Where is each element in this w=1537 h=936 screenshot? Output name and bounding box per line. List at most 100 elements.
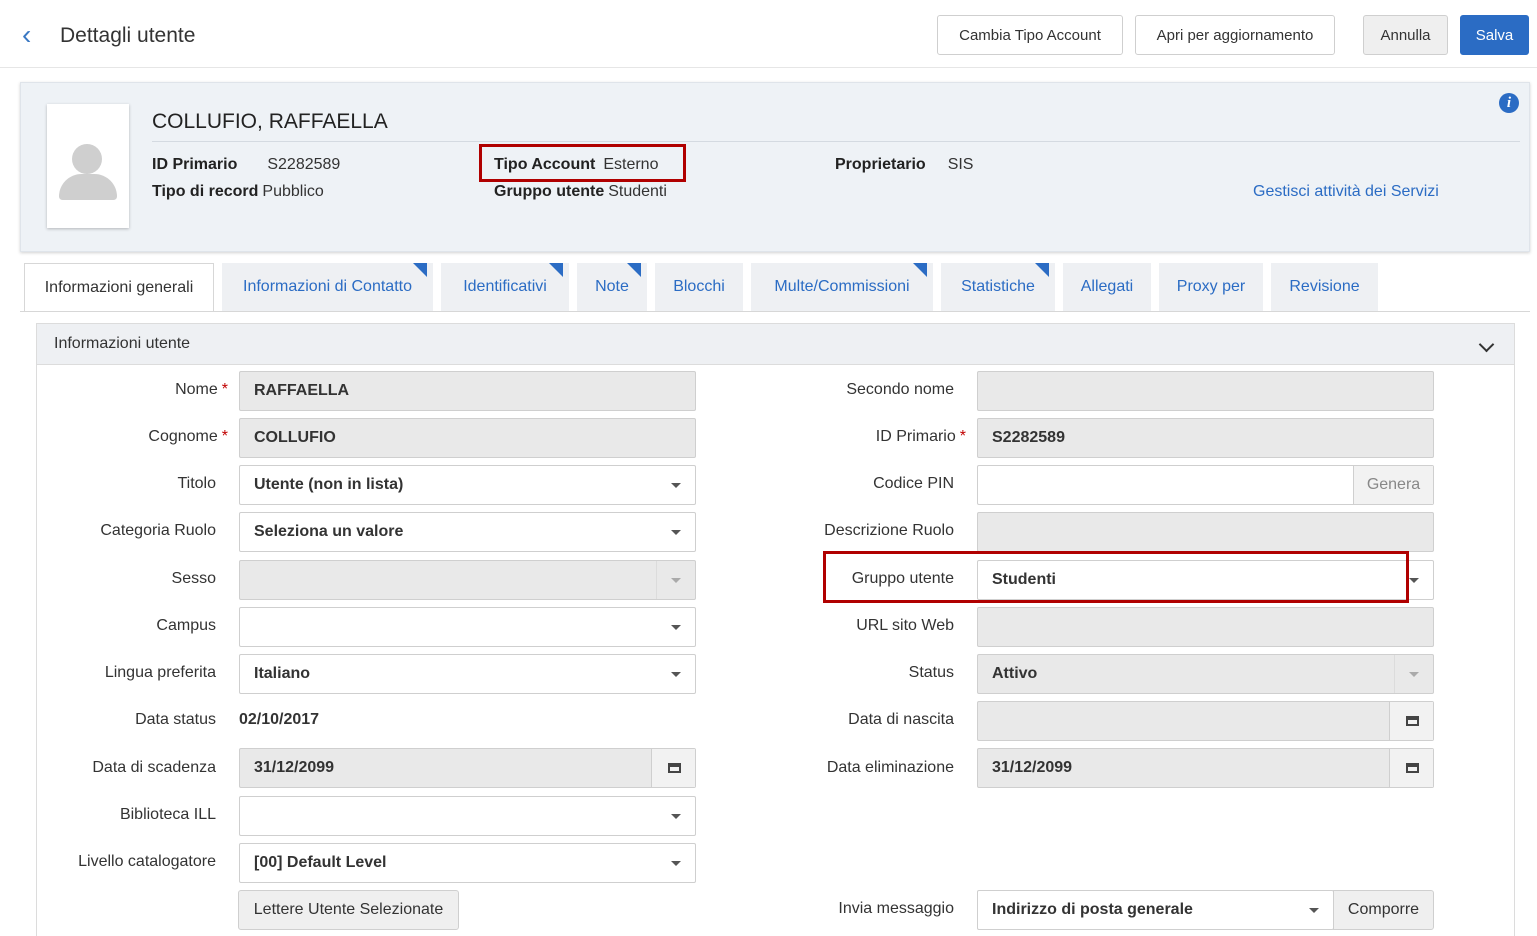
birth-date-field[interactable] [977,701,1434,741]
select-separator [1394,655,1395,693]
tab-corner-icon [627,263,641,277]
tab-identifiers[interactable]: Identificativi [441,263,569,311]
title-label: Titolo [177,475,216,492]
user-group-value: Studenti [608,183,667,200]
account-type-label: Tipo Account [494,156,596,173]
required-marker: * [221,381,228,398]
avatar-head [72,144,102,174]
preferred-language-select[interactable]: Italiano [239,654,696,694]
purge-date-field[interactable]: 31/12/2099 [977,748,1434,788]
website-url-label: URL sito Web [856,617,954,634]
middle-name-field[interactable] [977,371,1434,411]
section-title: Informazioni utente [54,335,191,352]
calendar-glyph [668,763,681,773]
last-name-value: COLLUFIO [254,429,336,446]
tab-label: Proxy per [1176,278,1246,295]
title-select[interactable]: Utente (non in lista) [239,465,696,505]
tab-label: Informazioni di Contatto [243,278,412,295]
tab-corner-icon [413,263,427,277]
change-account-type-button[interactable]: Cambia Tipo Account [937,15,1123,55]
birth-date-label: Data di nascita [848,711,954,728]
last-name-field[interactable]: COLLUFIO [239,418,696,458]
status-value: Attivo [992,665,1038,682]
tab-proxy-for[interactable]: Proxy per [1159,263,1263,311]
chevron-down-icon[interactable] [1478,336,1495,353]
page-title: Dettagli utente [60,24,196,47]
tab-contact-info[interactable]: Informazioni di Contatto [222,263,433,311]
first-name-field[interactable]: RAFFAELLA [239,371,696,411]
tab-notes[interactable]: Note [577,263,647,311]
save-button[interactable]: Salva [1460,15,1529,55]
open-for-update-button[interactable]: Apri per aggiornamento [1135,15,1335,55]
campus-select[interactable] [239,607,696,647]
send-message-select[interactable]: Indirizzo di posta generale [977,890,1334,930]
user-group-value: Studenti [992,571,1056,588]
calendar-icon[interactable] [1389,702,1433,740]
gender-select[interactable] [239,560,696,600]
owner-label: Proprietario [835,156,926,173]
user-summary-card: COLLUFIO, RAFFAELLA ID Primario S2282589 … [20,82,1530,252]
tab-label: Blocchi [673,278,725,295]
tab-statistics[interactable]: Statistiche [941,263,1055,311]
cataloger-level-select[interactable]: [00] Default Level [239,843,696,883]
tab-attachments[interactable]: Allegati [1063,263,1151,311]
first-name-value: RAFFAELLA [254,382,350,399]
required-marker: * [221,428,228,445]
tab-history[interactable]: Revisione [1271,263,1378,311]
role-category-select[interactable]: Seleziona un valore [239,512,696,552]
ill-library-select[interactable] [239,796,696,836]
caret-down-icon [1309,908,1319,913]
caret-down-icon [1409,672,1419,677]
chevron-left-icon[interactable]: ‹ [22,20,46,50]
primary-id-field[interactable]: S2282589 [977,418,1434,458]
tab-label: Note [595,278,629,295]
caret-down-icon [1409,578,1419,583]
caret-down-icon [671,625,681,630]
expiry-date-label: Data di scadenza [92,759,216,776]
pin-code-label: Codice PIN [873,475,954,492]
preferred-language-label: Lingua preferita [104,664,216,681]
calendar-glyph [1406,716,1419,726]
tab-label: Allegati [1080,278,1134,295]
user-group-label: Gruppo utente [851,570,954,587]
last-name-label: Cognome * [148,428,228,446]
generate-pin-button[interactable]: Genera [1353,466,1433,504]
tab-blocks[interactable]: Blocchi [655,263,743,311]
tab-label: Multe/Commissioni [774,278,910,295]
cataloger-level-value: [00] Default Level [254,854,387,871]
user-group-select[interactable]: Studenti [977,560,1434,600]
tab-corner-icon [549,263,563,277]
expiry-date-field[interactable]: 31/12/2099 [239,748,696,788]
first-name-label: Nome * [175,381,228,399]
purge-date-value: 31/12/2099 [992,759,1073,776]
cancel-button[interactable]: Annulla [1363,15,1448,55]
website-url-field[interactable] [977,607,1434,647]
caret-down-icon [671,672,681,677]
manage-services-link[interactable]: Gestisci attività dei Servizi [1253,183,1439,201]
preferred-language-value: Italiano [254,665,311,682]
tab-general-info[interactable]: Informazioni generali [24,263,214,312]
tab-fines-fees[interactable]: Multe/Commissioni [751,263,933,311]
tab-label: Revisione [1289,278,1360,295]
role-description-field[interactable] [977,512,1434,552]
primary-id-value: S2282589 [992,429,1065,446]
card-divider [152,141,1520,142]
info-icon[interactable]: i [1499,93,1519,113]
primary-id-label: ID Primario * [876,428,966,446]
role-description-label: Descrizione Ruolo [824,522,954,539]
purge-date-label: Data eliminazione [826,759,954,776]
account-type-value: Esterno [603,156,659,173]
tab-corner-icon [1035,263,1049,277]
cataloger-level-label: Livello catalogatore [78,853,216,870]
selected-user-letters-button[interactable]: Lettere Utente Selezionate [238,890,459,930]
calendar-icon[interactable] [1389,749,1433,787]
first-name-label-text: Nome [175,381,218,398]
status-select[interactable]: Attivo [977,654,1434,694]
calendar-icon[interactable] [651,749,695,787]
section-header[interactable]: Informazioni utente [37,324,1514,365]
status-date-value: 02/10/2017 [239,711,320,728]
pin-code-field[interactable]: Genera [977,465,1434,505]
gender-label: Sesso [171,570,216,587]
compose-button[interactable]: Comporre [1333,890,1434,930]
caret-down-icon [671,814,681,819]
